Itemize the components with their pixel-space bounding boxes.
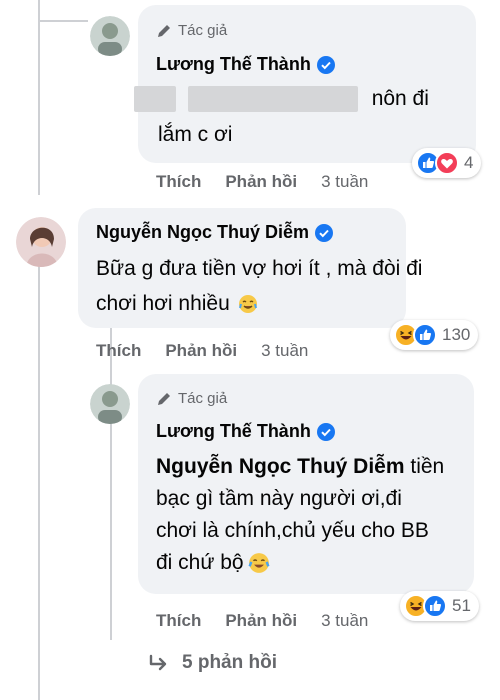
thread-line-outer (38, 0, 40, 195)
reaction-count: 4 (464, 153, 474, 172)
thread-line-inner (110, 280, 112, 640)
comment-text-line: bạc gì tầm này người ơi,đi (156, 487, 402, 510)
author-name[interactable]: Lương Thế Thành (156, 421, 311, 442)
like-button[interactable]: Thích (96, 341, 141, 361)
comment-text-line: chơi là chính,chủ yếu cho BB (156, 519, 429, 542)
reply-arrow-icon (149, 654, 167, 671)
comment-author[interactable]: Lương Thế Thành (156, 421, 335, 442)
redacted-text (187, 86, 358, 113)
thread-line-connector (38, 20, 88, 22)
redacted-text (134, 86, 176, 113)
like-reaction-icon (413, 323, 437, 347)
reply-button[interactable]: Phản hồi (225, 611, 297, 631)
comment-text: nôn đi (134, 84, 429, 114)
verified-badge-icon (315, 223, 334, 242)
verified-badge-icon (316, 422, 335, 441)
comment-text: đi chứ bộ (156, 548, 270, 578)
like-reaction-icon (423, 594, 447, 618)
love-reaction-icon (435, 151, 459, 175)
comment-timestamp[interactable]: 3 tuần (321, 172, 368, 192)
reaction-count: 51 (452, 596, 471, 615)
pen-icon (158, 24, 170, 37)
comment-timestamp[interactable]: 3 tuần (261, 341, 308, 361)
comment-text-part: tiền (410, 455, 445, 478)
comment-actions: Thích Phản hồi 3 tuần (96, 341, 308, 361)
comment-actions: Thích Phản hồi 3 tuần (156, 611, 368, 631)
crying-laughing-emoji-icon (238, 295, 257, 313)
pen-icon (158, 392, 170, 405)
comment-text-part: đi chứ bộ (156, 551, 244, 574)
reaction-summary[interactable]: 4 (412, 148, 482, 178)
comment-text-part: chơi hơi nhiều (96, 292, 230, 315)
comment-timestamp[interactable]: 3 tuần (321, 611, 368, 631)
reply-button[interactable]: Phản hồi (225, 172, 297, 192)
avatar[interactable] (90, 16, 130, 56)
view-more-replies-link[interactable]: 5 phản hồi (148, 652, 277, 674)
reaction-summary[interactable]: 130 (390, 320, 479, 350)
comment-text-line: Bữa g đưa tiền vợ hơi ít , mà đòi đi (96, 257, 423, 280)
comment-text: Nguyễn Ngọc Thuý Diễm tiền (156, 452, 444, 482)
comment-text: chơi hơi nhiều (96, 289, 258, 319)
author-badge-label: Tác giả (178, 22, 228, 39)
reply-button[interactable]: Phản hồi (165, 341, 237, 361)
author-badge: Tác giả (156, 22, 227, 39)
comment-author[interactable]: Nguyễn Ngọc Thuý Diễm (96, 222, 334, 243)
avatar[interactable] (90, 384, 130, 424)
comment-text-part: nôn đi (371, 87, 429, 110)
reaction-count: 130 (442, 325, 471, 344)
author-name[interactable]: Nguyễn Ngọc Thuý Diễm (96, 222, 309, 243)
like-button[interactable]: Thích (156, 172, 201, 192)
comment-text-line: lắm c ơi (158, 123, 233, 146)
like-button[interactable]: Thích (156, 611, 201, 631)
comment-author[interactable]: Lương Thế Thành (156, 54, 335, 75)
comment-actions: Thích Phản hồi 3 tuần (156, 172, 368, 192)
verified-badge-icon (316, 55, 335, 74)
author-badge: Tác giả (156, 390, 227, 407)
reaction-summary[interactable]: 51 (400, 591, 479, 621)
author-name[interactable]: Lương Thế Thành (156, 54, 311, 75)
more-replies-label[interactable]: 5 phản hồi (182, 652, 277, 674)
thread-line-outer-lower (38, 265, 40, 700)
mention-link[interactable]: Nguyễn Ngọc Thuý Diễm (156, 455, 405, 478)
tears-of-joy-emoji-icon (248, 553, 270, 573)
author-badge-label: Tác giả (178, 390, 228, 407)
avatar[interactable] (16, 217, 66, 267)
